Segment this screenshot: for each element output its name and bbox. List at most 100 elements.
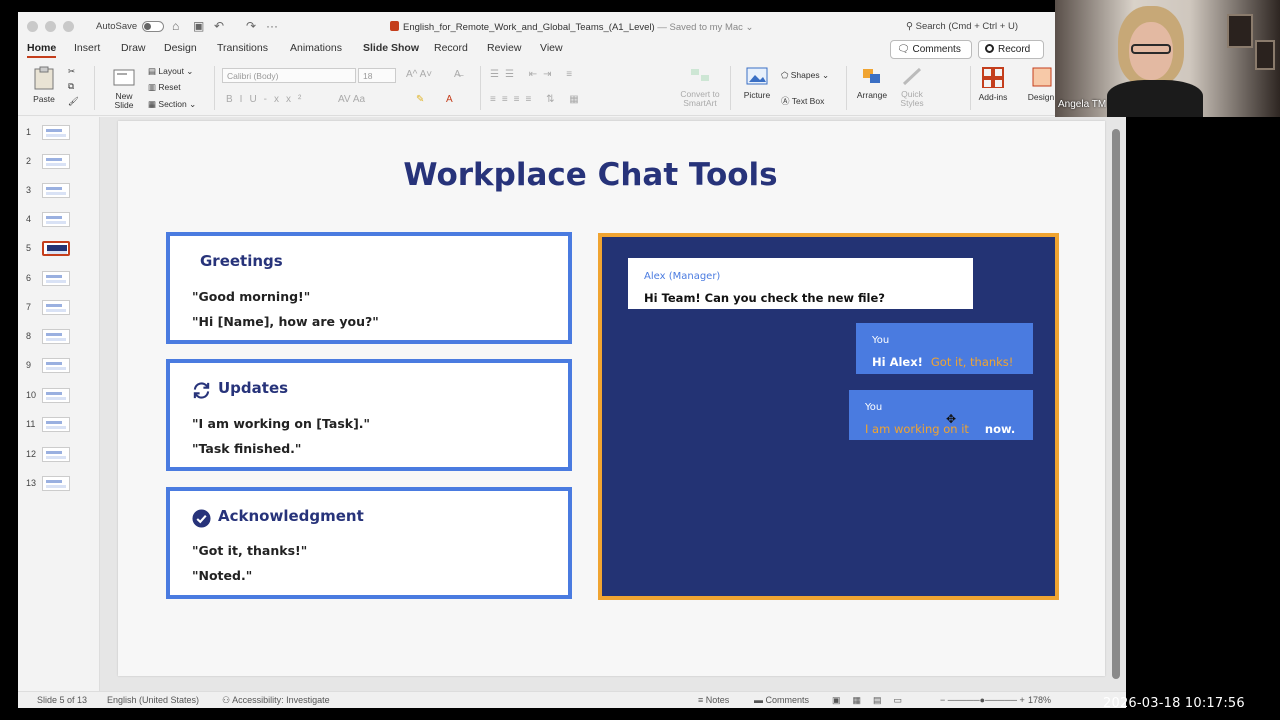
- slide-number: 11: [26, 419, 36, 429]
- highlight-icon[interactable]: ✎: [416, 94, 424, 105]
- tab-view[interactable]: View: [540, 42, 563, 54]
- tab-home[interactable]: Home: [27, 42, 57, 58]
- search-box[interactable]: ⚲ Search (Cmd + Ctrl + U): [906, 21, 1018, 32]
- home-icon[interactable]: ⌂: [172, 19, 179, 33]
- document-title[interactable]: English_for_Remote_Work_and_Global_Teams…: [390, 21, 754, 33]
- slide-title[interactable]: Workplace Chat Tools: [118, 157, 1063, 193]
- cut-icon[interactable]: ✂: [68, 66, 75, 77]
- undo-icon[interactable]: ↶: [214, 19, 224, 33]
- quick-styles-icon: [902, 67, 922, 86]
- list-icons[interactable]: ☰☰ ⇤⇥ ≡: [490, 69, 578, 80]
- sender-name: Alex (Manager): [644, 271, 721, 282]
- layout-button[interactable]: ▤ Layout ⌄: [148, 66, 193, 77]
- zoom-slider[interactable]: − ─────●───── +: [940, 695, 1025, 705]
- thumbnail-slide-2[interactable]: 2: [18, 154, 100, 174]
- tab-draw[interactable]: Draw: [121, 42, 146, 54]
- tab-insert[interactable]: Insert: [74, 42, 100, 54]
- align-icons[interactable]: ≡≡≡≡ ⇅ ▦: [490, 94, 585, 105]
- format-painter-icon[interactable]: 🖌: [68, 96, 79, 107]
- more-icon[interactable]: ···: [266, 19, 278, 33]
- reply-bubble-1[interactable]: You Hi Alex! Got it, thanks!: [856, 323, 1033, 374]
- thumbnail-slide-1[interactable]: 1: [18, 125, 100, 145]
- reply2-text: now.: [984, 422, 1016, 436]
- vertical-scrollbar[interactable]: [1112, 129, 1120, 679]
- reply-bubble-2[interactable]: You I am working on it now.: [849, 390, 1033, 440]
- tab-transitions[interactable]: Transitions: [217, 42, 268, 54]
- slide-number: 12: [26, 449, 37, 459]
- section-button[interactable]: ▦ Section ⌄: [148, 99, 196, 110]
- thumbnail-slide-8[interactable]: 8: [18, 329, 100, 349]
- tab-record[interactable]: Record: [434, 42, 468, 54]
- save-icon[interactable]: ▣: [193, 19, 204, 33]
- picture-button[interactable]: Picture: [738, 66, 776, 100]
- clear-format-icon[interactable]: A̶: [454, 69, 461, 80]
- new-slide-button[interactable]: New Slide: [106, 66, 142, 110]
- thumbnail-slide-3[interactable]: 3: [18, 183, 100, 203]
- thumbnail-slide-4[interactable]: 4: [18, 212, 100, 232]
- char-spacing-icon[interactable]: AV Aa: [338, 94, 365, 105]
- tab-slide-show[interactable]: Slide Show: [363, 42, 419, 54]
- thumbnail-slide-10[interactable]: 10: [18, 388, 100, 408]
- chat-panel[interactable]: Alex (Manager) Hi Team! Can you check th…: [598, 233, 1059, 600]
- card-line: "Good morning!": [192, 289, 311, 304]
- font-name-box[interactable]: Calibri (Body): [222, 68, 356, 83]
- add-ins-button[interactable]: Add-ins: [974, 66, 1012, 102]
- thumbnail-slide-13[interactable]: 13: [18, 476, 100, 496]
- comments-status-button[interactable]: ▬ Comments: [754, 695, 809, 705]
- convert-label: Convert to SmartArt: [680, 89, 720, 108]
- reset-button[interactable]: ▥ Reset: [148, 82, 181, 93]
- comments-button[interactable]: 🗨 Comments: [890, 40, 972, 59]
- notes-button[interactable]: ≡ Notes: [698, 695, 729, 705]
- card-updates[interactable]: Updates "I am working on [Task]." "Task …: [166, 359, 572, 471]
- comments-status-label: Comments: [765, 695, 810, 705]
- convert-smartart-button[interactable]: Convert to SmartArt: [678, 66, 722, 108]
- thumbnail-slide-11[interactable]: 11: [18, 417, 100, 437]
- webcam-video: Angela TM: [1055, 0, 1280, 117]
- thumbnail-slide-5[interactable]: 5: [18, 241, 100, 261]
- copy-icon[interactable]: ⧉: [68, 81, 74, 92]
- comment-icon: 🗨: [897, 44, 910, 55]
- record-button[interactable]: Record: [978, 40, 1044, 59]
- saved-status: — Saved to my Mac ⌄: [657, 22, 754, 33]
- slide-canvas[interactable]: Workplace Chat Tools Greetings "Good mor…: [118, 121, 1105, 676]
- redo-icon[interactable]: ↷: [246, 19, 256, 33]
- paste-button[interactable]: Paste: [26, 66, 62, 104]
- autosave-toggle[interactable]: [142, 21, 164, 32]
- card-greetings[interactable]: Greetings "Good morning!" "Hi [Name], ho…: [166, 232, 572, 344]
- thumbnail-slide-12[interactable]: 12: [18, 447, 100, 467]
- slide-number: 9: [26, 360, 32, 370]
- move-cursor-icon: ✥: [946, 412, 957, 426]
- font-size-box[interactable]: 18: [358, 68, 396, 83]
- picture-icon: [746, 67, 768, 85]
- view-buttons[interactable]: ▣▦▤▭: [832, 695, 914, 706]
- minimize-window-button[interactable]: [45, 21, 56, 32]
- language-status[interactable]: English (United States): [107, 695, 199, 705]
- thumbnail-slide-7[interactable]: 7: [18, 300, 100, 320]
- zoom-level[interactable]: 178%: [1028, 695, 1051, 705]
- card-line: "Got it, thanks!": [192, 543, 308, 558]
- reply1-text: Hi Alex!: [872, 355, 923, 369]
- slide-thumbnail-pane: 1 2 3 4 5 6 7 8 9 10 11 12 13: [18, 117, 100, 691]
- thumbnail-slide-9[interactable]: 9: [18, 358, 100, 378]
- zoom-window-button[interactable]: [63, 21, 74, 32]
- tab-review[interactable]: Review: [487, 42, 521, 54]
- powerpoint-window: AutoSave ⌂ ▣ ↶ ↷ ··· English_for_Remote_…: [18, 12, 1126, 708]
- arrange-button[interactable]: Arrange: [854, 66, 890, 100]
- accessibility-status[interactable]: ⚇ Accessibility: Investigate: [222, 695, 330, 706]
- close-window-button[interactable]: [27, 21, 38, 32]
- manager-message-bubble[interactable]: Alex (Manager) Hi Team! Can you check th…: [628, 258, 973, 309]
- quick-styles-button[interactable]: Quick Styles: [892, 66, 932, 108]
- card-acknowledgment[interactable]: Acknowledgment "Got it, thanks!" "Noted.…: [166, 487, 572, 599]
- tab-design[interactable]: Design: [164, 42, 197, 54]
- thumbnail-slide-6[interactable]: 6: [18, 271, 100, 291]
- font-color-icon[interactable]: A: [446, 94, 453, 105]
- text-format-icons[interactable]: BIU‑xx²: [226, 94, 308, 105]
- shapes-button[interactable]: ⬠ Shapes ⌄: [781, 70, 829, 81]
- grow-font-icon[interactable]: A^ A˅: [406, 69, 432, 80]
- card-heading: Greetings: [200, 252, 283, 270]
- font-size-value: 18: [363, 71, 373, 81]
- message-text: Hi Team! Can you check the new file?: [644, 291, 885, 305]
- clipboard-icon: [34, 66, 54, 90]
- tab-animations[interactable]: Animations: [290, 42, 342, 54]
- text-box-button[interactable]: Ⓐ Text Box: [781, 95, 824, 107]
